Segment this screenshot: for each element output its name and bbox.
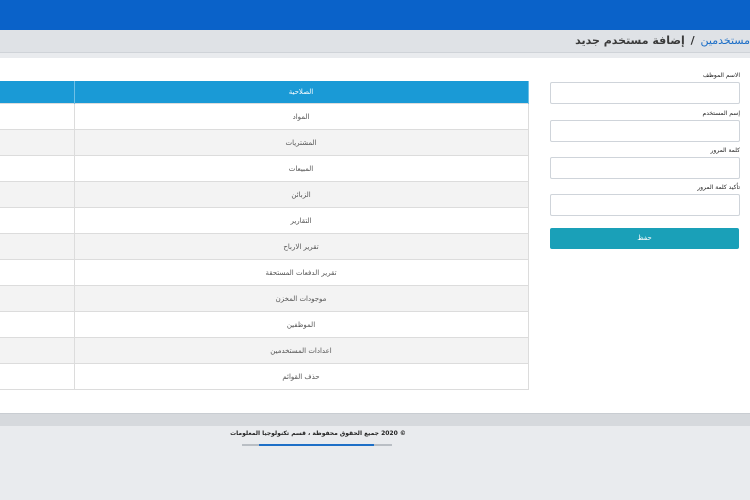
table-row: المواد	[0, 103, 529, 130]
password-input[interactable]	[550, 157, 740, 179]
permission-checkbox-cell[interactable]	[0, 337, 75, 364]
employee-name-label: الاسم الموظف	[702, 72, 740, 79]
main-content: الاسم الموظف إسم المستخدم كلمة المرور تأ…	[0, 58, 750, 413]
permission-checkbox-cell[interactable]	[0, 155, 75, 182]
table-row: تقرير الارباح	[0, 233, 529, 260]
table-header-empty	[0, 81, 75, 104]
table-row: اعدادات المستخدمين	[0, 337, 529, 364]
permission-checkbox-cell[interactable]	[0, 259, 75, 286]
breadcrumb-bar: مستخدمين / إضافة مستخدم جديد	[0, 30, 750, 53]
permission-checkbox-cell[interactable]	[0, 363, 75, 390]
permission-name: موجودات المخزن	[74, 285, 529, 312]
permission-checkbox-cell[interactable]	[0, 129, 75, 156]
table-row: موجودات المخزن	[0, 285, 529, 312]
table-row: تقرير الدفعات المستحقة	[0, 259, 529, 286]
confirm-password-input[interactable]	[550, 194, 740, 216]
top-navbar	[0, 0, 750, 30]
permissions-table: الصلاحية المواد المشتريات المبيعات الزبائن ا…	[0, 81, 529, 390]
table-row: الموظفين	[0, 311, 529, 338]
table-row: حذف القوائم	[0, 363, 529, 390]
permission-checkbox-cell[interactable]	[0, 181, 75, 208]
breadcrumb: مستخدمين / إضافة مستخدم جديد	[575, 30, 750, 52]
permission-name: الموظفين	[74, 311, 529, 338]
permission-name: تقرير الارباح	[74, 233, 529, 260]
permission-name: الزبائن	[74, 181, 529, 208]
save-button[interactable]: حفظ	[550, 228, 739, 249]
footer-band	[0, 413, 750, 426]
table-row: التقارير	[0, 207, 529, 234]
permission-checkbox-cell[interactable]	[0, 233, 75, 260]
table-header-permission: الصلاحية	[74, 81, 529, 104]
permission-checkbox-cell[interactable]	[0, 207, 75, 234]
breadcrumb-users-link[interactable]: مستخدمين	[701, 34, 750, 47]
password-label: كلمة المرور	[710, 147, 740, 154]
page-title: إضافة مستخدم جديد	[575, 34, 685, 47]
permission-name: اعدادات المستخدمين	[74, 337, 529, 364]
permission-name: المبيعات	[74, 155, 529, 182]
permission-checkbox-cell[interactable]	[0, 311, 75, 338]
footer-copyright: © 2020 جميع الحقوق محفوظة ، قسم تكنولوجي…	[230, 430, 406, 437]
permission-name: التقارير	[74, 207, 529, 234]
permission-name: حذف القوائم	[74, 363, 529, 390]
permission-name: تقرير الدفعات المستحقة	[74, 259, 529, 286]
table-row: الزبائن	[0, 181, 529, 208]
permissions-table-body: المواد المشتريات المبيعات الزبائن التقارير تق…	[0, 103, 529, 390]
username-input[interactable]	[550, 120, 740, 142]
permission-checkbox-cell[interactable]	[0, 103, 75, 130]
username-label: إسم المستخدم	[702, 110, 740, 117]
permission-name: المشتريات	[74, 129, 529, 156]
breadcrumb-separator: /	[690, 34, 695, 47]
permission-checkbox-cell[interactable]	[0, 285, 75, 312]
table-row: المشتريات	[0, 129, 529, 156]
table-row: المبيعات	[0, 155, 529, 182]
table-header-row: الصلاحية	[0, 81, 529, 104]
permission-name: المواد	[74, 103, 529, 130]
footer-divider-accent	[259, 444, 374, 446]
employee-name-input[interactable]	[550, 82, 740, 104]
confirm-password-label: تأكيد كلمة المرور	[697, 184, 740, 191]
